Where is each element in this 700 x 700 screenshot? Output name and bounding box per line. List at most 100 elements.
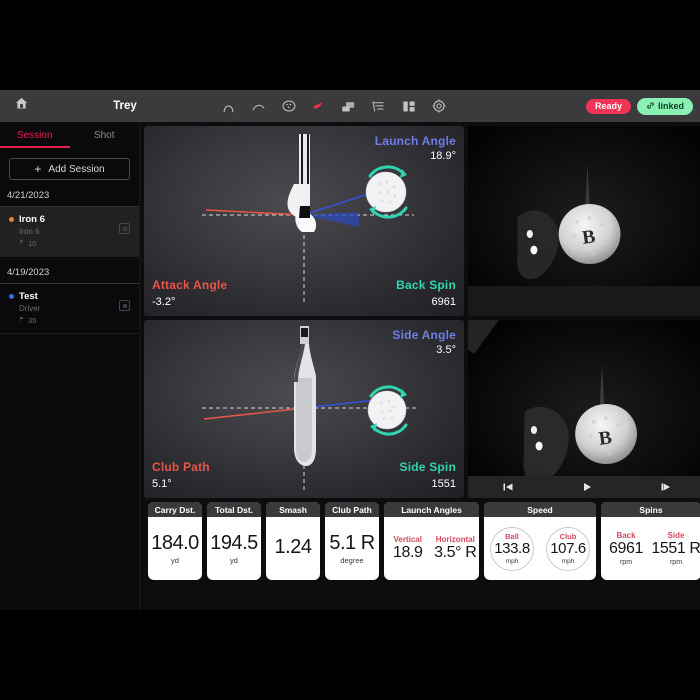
- top-toolbar: Trey: [0, 90, 700, 122]
- tab-session[interactable]: Session: [0, 122, 70, 148]
- stat-header: Smash: [266, 502, 320, 517]
- play-button[interactable]: [574, 479, 600, 495]
- session-shot-count-value: 10: [28, 239, 36, 248]
- stat-sublabel: Back: [616, 531, 635, 540]
- stat-sublabel: Side: [668, 531, 685, 540]
- add-session-button[interactable]: + Add Session: [9, 158, 130, 180]
- club-head-icon[interactable]: [310, 98, 327, 115]
- stat-value: 184.0: [151, 533, 199, 553]
- status-badge-linked-label: linked: [658, 102, 684, 111]
- session-checkbox[interactable]: [119, 223, 130, 234]
- stat-unit: mph: [506, 558, 519, 565]
- sidebar: Session Shot + Add Session 4/21/2023 Iro…: [0, 122, 140, 610]
- session-shot-count: 10: [19, 238, 132, 248]
- stat-unit: degree: [340, 556, 363, 565]
- video-cards-icon[interactable]: [340, 98, 357, 115]
- stat-body: Back 6961 rpm Side 1551 R rpm: [601, 517, 700, 580]
- status-badge-linked: linked: [637, 98, 693, 115]
- stat-body: 5.1 R degree: [325, 517, 379, 580]
- list-icon[interactable]: [370, 98, 387, 115]
- session-date-header: 4/21/2023: [0, 180, 139, 207]
- session-checkbox[interactable]: [119, 300, 130, 311]
- stat-value: 133.8: [494, 541, 530, 558]
- gear-icon[interactable]: [430, 98, 447, 115]
- plus-icon: +: [34, 163, 41, 175]
- trajectory-arc-icon[interactable]: [220, 98, 237, 115]
- stat-header: Launch Angles: [384, 502, 479, 517]
- session-date-header: 4/19/2023: [0, 257, 139, 284]
- stat-body: Vertical 18.9 Horizontal 3.5° R: [384, 517, 479, 580]
- stat-body: 1.24: [266, 517, 320, 580]
- metric-value-club-path: 5.1°: [152, 478, 172, 490]
- session-shot-count: 35: [19, 315, 132, 325]
- impact-video-top[interactable]: B: [468, 126, 700, 316]
- stat-value: 1.24: [275, 537, 312, 557]
- user-name: Trey: [80, 100, 170, 112]
- stat-value: 194.5: [210, 533, 258, 553]
- home-icon: [14, 96, 29, 116]
- stat-card-smash-factor[interactable]: Smash 1.24: [266, 502, 320, 580]
- stat-card-speed[interactable]: Speed Ball 133.8 mph: [484, 502, 596, 580]
- stat-ball-speed: Ball 133.8 mph: [484, 517, 540, 580]
- stat-header: Speed: [484, 502, 596, 517]
- metric-value-side-spin: 1551: [432, 478, 456, 490]
- letterbox-bottom: [0, 610, 700, 700]
- stat-unit: rpm: [670, 559, 682, 566]
- metric-label-side-spin: Side Spin: [400, 460, 456, 474]
- session-title: Test: [19, 291, 38, 302]
- app-root: Trey: [0, 0, 700, 700]
- tab-shot[interactable]: Shot: [70, 122, 140, 148]
- speed-gauge-club: Club 107.6 mph: [546, 527, 590, 571]
- speed-gauge-ball: Ball 133.8 mph: [490, 527, 534, 571]
- stat-card-spins[interactable]: Spins Back 6961 rpm Side 1551 R: [601, 502, 700, 580]
- stat-card-launch-angles[interactable]: Launch Angles Vertical 18.9 Horizontal 3…: [384, 502, 479, 580]
- stat-value: 6961: [609, 540, 643, 558]
- chain-link-icon: [646, 101, 655, 112]
- sidebar-tabs: Session Shot: [0, 122, 139, 148]
- stat-side-spin: Side 1551 R rpm: [651, 517, 700, 580]
- step-back-button[interactable]: [495, 479, 521, 495]
- session-title: Iron 6: [19, 214, 45, 225]
- session-club: Driver: [19, 304, 132, 313]
- step-forward-button[interactable]: [653, 479, 679, 495]
- ball-impact-icon[interactable]: [280, 98, 297, 115]
- stat-card-total-distance[interactable]: Total Dst. 194.5 yd: [207, 502, 261, 580]
- tab-active-underline: [0, 146, 70, 148]
- flag-icon: [19, 238, 25, 248]
- stat-unit: rpm: [620, 559, 632, 566]
- stat-unit: yd: [230, 556, 238, 565]
- stat-body: Ball 133.8 mph Club 107.6 mp: [484, 517, 596, 580]
- metric-label-attack-angle: Attack Angle: [152, 278, 227, 292]
- add-session-label: Add Session: [48, 164, 104, 175]
- home-button[interactable]: [0, 90, 42, 122]
- layout-grid-icon[interactable]: [400, 98, 417, 115]
- panel-row-bottom: Side Angle 3.5° Club Path 5.1° Side Spin…: [144, 320, 700, 498]
- app-window: Trey: [0, 90, 700, 610]
- stat-value: 107.6: [550, 541, 586, 558]
- stat-card-carry-distance[interactable]: Carry Dst. 184.0 yd: [148, 502, 202, 580]
- swing-side-view-panel[interactable]: Launch Angle 18.9° Attack Angle -3.2° Ba…: [144, 126, 464, 316]
- stat-body: 184.0 yd: [148, 517, 202, 580]
- status-badge-ready: Ready: [586, 99, 631, 114]
- metric-value-side-angle: 3.5°: [436, 344, 456, 356]
- flag-icon: [19, 315, 25, 325]
- stat-header: Club Path: [325, 502, 379, 517]
- stat-back-spin: Back 6961 rpm: [601, 517, 651, 580]
- stat-card-club-path[interactable]: Club Path 5.1 R degree: [325, 502, 379, 580]
- flat-arc-icon[interactable]: [250, 98, 267, 115]
- impact-video-bottom[interactable]: B: [468, 320, 700, 498]
- stats-bar: Carry Dst. 184.0 yd Total Dst. 194.5 yd: [144, 498, 700, 580]
- stat-club-speed: Club 107.6 mph: [540, 517, 596, 580]
- swing-top-view-panel[interactable]: Side Angle 3.5° Club Path 5.1° Side Spin…: [144, 320, 464, 498]
- status-badge-group: Ready linked: [586, 90, 693, 122]
- stat-value: 5.1 R: [329, 533, 374, 553]
- stat-header: Total Dst.: [207, 502, 261, 517]
- session-title-row: Iron 6: [9, 214, 132, 225]
- session-list-item[interactable]: Iron 6 Iron 6 10: [0, 207, 139, 257]
- metric-label-side-angle: Side Angle: [392, 328, 456, 342]
- stat-value: 3.5° R: [434, 544, 476, 562]
- metric-label-back-spin: Back Spin: [396, 278, 456, 292]
- session-list-item[interactable]: Test Driver 35: [0, 284, 139, 334]
- stat-vertical-launch: Vertical 18.9: [384, 517, 432, 580]
- tool-icon-group: [220, 90, 447, 122]
